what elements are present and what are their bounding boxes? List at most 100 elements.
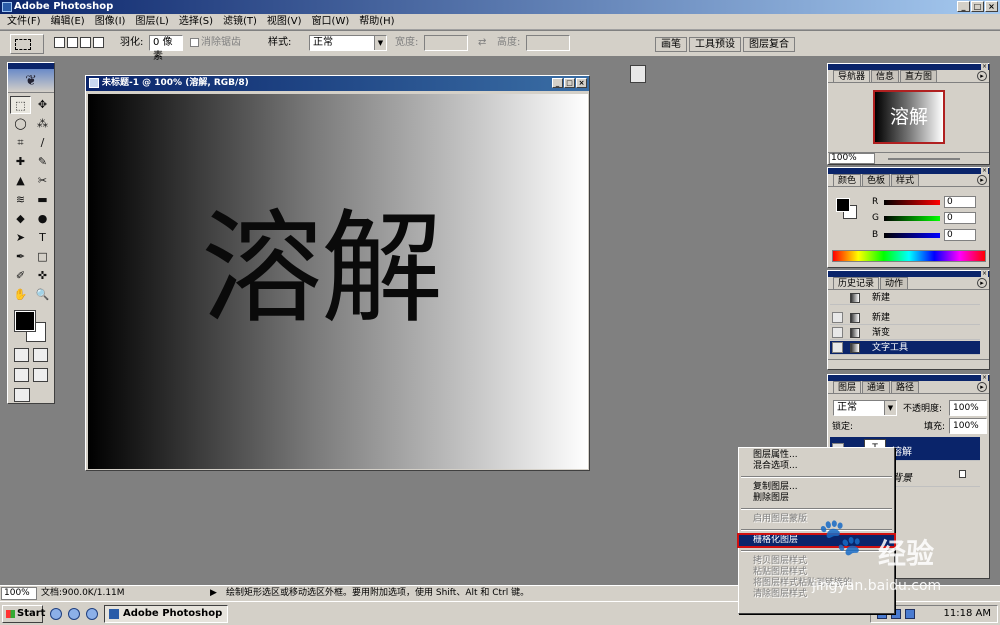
menu-help[interactable]: 帮助(H): [354, 14, 399, 29]
menu-rasterize-layer[interactable]: 栅格化图层: [737, 533, 896, 548]
history-item[interactable]: 渐变: [830, 326, 980, 340]
maximize-button[interactable]: □: [971, 1, 984, 12]
style-select[interactable]: 正常 ▼: [309, 35, 387, 51]
move-tool-icon[interactable]: ✥: [32, 96, 53, 114]
minimize-button[interactable]: _: [957, 1, 970, 12]
tab-navigator[interactable]: 导航器: [833, 70, 871, 82]
channel-input-b[interactable]: 0: [944, 229, 976, 241]
gradient-tool-icon[interactable]: ▬: [32, 191, 53, 209]
swap-icon[interactable]: ⇄: [478, 36, 486, 50]
jump-to-imageready-icon[interactable]: [14, 388, 30, 402]
menu-image[interactable]: 图像(I): [90, 14, 131, 29]
channel-slider-g[interactable]: [884, 216, 940, 221]
brush-tool-icon[interactable]: ✎: [32, 153, 53, 171]
panel-menu-icon[interactable]: ▸: [977, 382, 987, 392]
opacity-input[interactable]: 100%: [949, 400, 987, 416]
magic-wand-tool-icon[interactable]: ⁂: [32, 115, 53, 133]
blend-mode-select[interactable]: 正常 ▼: [833, 400, 897, 416]
channel-input-r[interactable]: 0: [944, 196, 976, 208]
history-source-checkbox[interactable]: [832, 342, 843, 353]
tool-preset-picker[interactable]: [10, 34, 44, 54]
channel-slider-r[interactable]: [884, 200, 940, 205]
well-tab-brushes[interactable]: 画笔: [655, 37, 687, 52]
menu-layer-properties[interactable]: 图层属性...: [739, 450, 894, 461]
menu-delete-layer[interactable]: 删除图层: [739, 493, 894, 504]
doc-title-close-button[interactable]: ×: [576, 78, 587, 88]
close-icon[interactable]: ×: [981, 63, 988, 70]
tab-info[interactable]: 信息: [871, 70, 900, 82]
healing-brush-icon[interactable]: ✚: [10, 153, 31, 171]
standard-mode-icon[interactable]: [14, 348, 29, 362]
panel-menu-icon[interactable]: ▸: [977, 278, 987, 288]
tab-history[interactable]: 历史记录: [833, 277, 880, 289]
tab-swatches[interactable]: 色板: [862, 174, 891, 186]
tab-channels[interactable]: 通道: [862, 381, 891, 393]
menu-window[interactable]: 窗口(W): [307, 14, 355, 29]
document-titlebar[interactable]: 未标题-1 @ 100% (溶解, RGB/8) _ □ ×: [86, 76, 589, 91]
pen-tool-icon[interactable]: ✒: [10, 248, 31, 266]
marquee-tool-icon[interactable]: ⬚: [10, 96, 31, 114]
fill-input[interactable]: 100%: [949, 418, 987, 434]
channel-input-g[interactable]: 0: [944, 212, 976, 224]
tab-paths[interactable]: 路径: [891, 381, 920, 393]
status-menu-arrow-icon[interactable]: ▶: [210, 586, 217, 601]
doc-title-maximize-button[interactable]: □: [564, 78, 575, 88]
quickmask-mode-icon[interactable]: [33, 348, 48, 362]
panel-menu-icon[interactable]: ▸: [977, 71, 987, 81]
hand-tool-icon[interactable]: ✋: [10, 286, 31, 304]
close-icon[interactable]: ×: [981, 270, 988, 277]
menu-edit[interactable]: 编辑(E): [46, 14, 90, 29]
blur-tool-icon[interactable]: ◆: [10, 210, 31, 228]
zoom-tool-icon[interactable]: 🔍: [32, 286, 53, 304]
type-tool-icon[interactable]: T: [32, 229, 53, 247]
menu-select[interactable]: 选择(S): [174, 14, 218, 29]
menu-blending-options[interactable]: 混合选项...: [739, 461, 894, 472]
tab-styles[interactable]: 样式: [891, 174, 920, 186]
navigator-zoom-input[interactable]: 100%: [829, 153, 875, 164]
crop-tool-icon[interactable]: ⌗: [10, 134, 31, 152]
history-source-checkbox[interactable]: [832, 312, 843, 323]
taskbar-photoshop-button[interactable]: Adobe Photoshop: [104, 605, 228, 623]
menu-file[interactable]: 文件(F): [2, 14, 46, 29]
full-screen-menu-icon[interactable]: [33, 368, 48, 382]
height-input[interactable]: [526, 35, 570, 51]
history-item[interactable]: 新建: [830, 311, 980, 325]
desktop-quicklaunch-icon[interactable]: [68, 608, 80, 620]
menu-filter[interactable]: 滤镜(T): [218, 14, 262, 29]
tab-histogram[interactable]: 直方图: [900, 70, 938, 82]
menu-duplicate-layer[interactable]: 复制图层...: [739, 482, 894, 493]
history-item-selected[interactable]: 文字工具: [830, 341, 980, 355]
antialias-checkbox[interactable]: [190, 37, 199, 47]
navigator-thumbnail[interactable]: 溶解: [873, 90, 945, 144]
feather-input[interactable]: 0 像素: [149, 35, 183, 62]
tab-layers[interactable]: 图层: [833, 381, 862, 393]
well-tab-layer-comps[interactable]: 图层复合: [743, 37, 795, 52]
path-select-icon[interactable]: ➤: [10, 229, 31, 247]
tab-actions[interactable]: 动作: [880, 277, 909, 289]
history-snapshot-row[interactable]: 新建: [830, 291, 980, 305]
subtract-selection-icon[interactable]: [80, 37, 91, 48]
feather-logo-icon[interactable]: ❦: [8, 69, 54, 93]
well-tab-tool-presets[interactable]: 工具预设: [689, 37, 741, 52]
notes-tool-icon[interactable]: ✐: [10, 267, 31, 285]
antialias-option[interactable]: 消除锯齿: [190, 36, 241, 50]
start-button[interactable]: Start: [2, 605, 45, 623]
status-zoom-input[interactable]: 100%: [1, 587, 37, 600]
intersect-selection-icon[interactable]: [93, 37, 104, 48]
tray-security-icon[interactable]: [905, 609, 915, 619]
menu-layer[interactable]: 图层(L): [130, 14, 173, 29]
close-icon[interactable]: ×: [981, 167, 988, 174]
eraser-tool-icon[interactable]: ≋: [10, 191, 31, 209]
dodge-tool-icon[interactable]: ●: [32, 210, 53, 228]
media-quicklaunch-icon[interactable]: [86, 608, 98, 620]
history-source-checkbox[interactable]: [832, 327, 843, 338]
foreground-color-swatch[interactable]: [14, 310, 36, 332]
history-brush-icon[interactable]: ✂: [32, 172, 53, 190]
doc-title-minimize-button[interactable]: _: [552, 78, 563, 88]
add-selection-icon[interactable]: [67, 37, 78, 48]
color-spectrum-bar[interactable]: [832, 250, 986, 262]
tab-color[interactable]: 颜色: [833, 174, 862, 186]
close-button[interactable]: ×: [985, 1, 998, 12]
close-icon[interactable]: ×: [981, 374, 988, 381]
clone-stamp-icon[interactable]: ▲: [10, 172, 31, 190]
